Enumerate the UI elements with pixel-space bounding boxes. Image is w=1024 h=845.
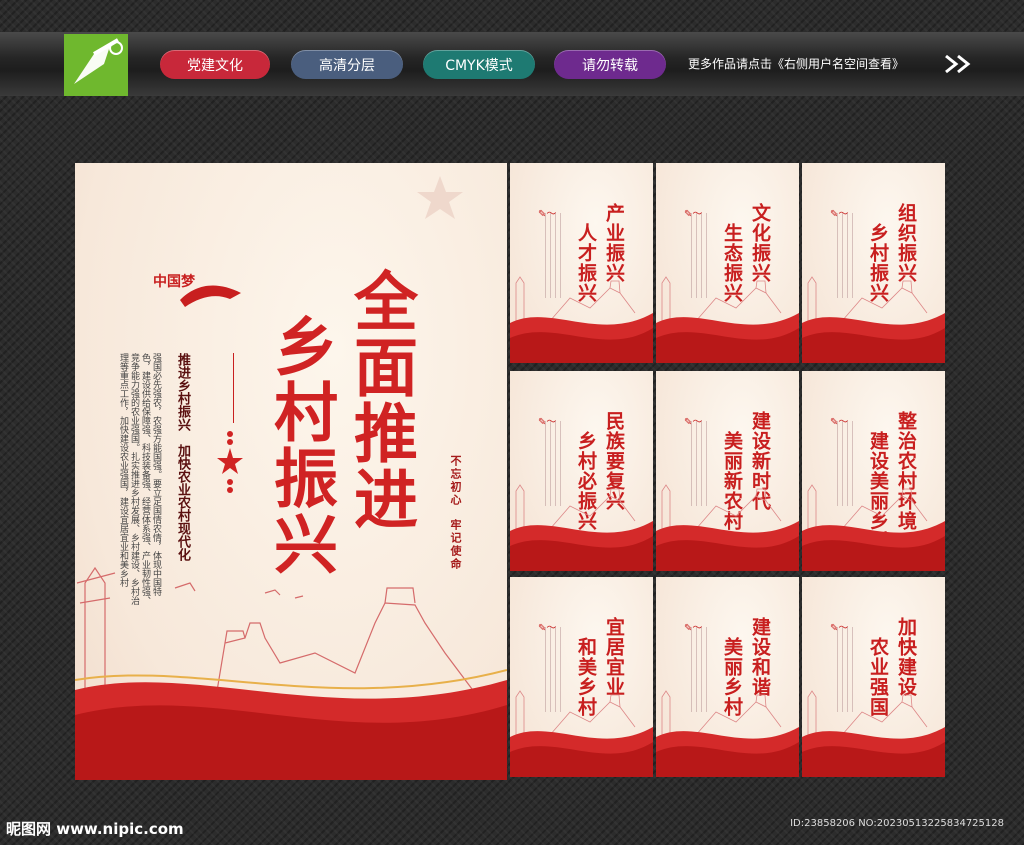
poster-line1: 宜居宜业: [603, 617, 625, 697]
slogan-poster: ✎〜文化振兴生态振兴: [656, 163, 799, 363]
tag-hd-layers[interactable]: 高清分层: [291, 50, 403, 79]
tag-no-repost[interactable]: 请勿转载: [554, 50, 666, 79]
poster-line1: 建设和谐: [749, 617, 771, 697]
poster-line1: 文化振兴: [749, 203, 771, 283]
red-ribbon-wave: [510, 521, 653, 571]
site-logo[interactable]: [64, 34, 128, 96]
red-ribbon-wave: [656, 727, 799, 777]
pen-nib-icon: [74, 38, 123, 84]
slogan-1: 不忘初心: [449, 455, 462, 507]
main-title-line2: 乡村振兴: [263, 313, 338, 577]
double-chevron-right-icon[interactable]: [944, 54, 972, 74]
tag-cmyk[interactable]: CMYK模式: [423, 50, 535, 79]
divider-line: [233, 353, 234, 423]
red-ribbon-wave: [75, 669, 507, 780]
red-ribbon-wave: [510, 727, 653, 777]
main-title-line1: 全面推进: [343, 268, 418, 532]
star-watermark-icon: [417, 176, 463, 219]
poster-line1: 产业振兴: [603, 203, 625, 283]
red-ribbon-wave: [510, 313, 653, 363]
slogan-poster: ✎〜组织振兴乡村振兴: [802, 163, 945, 363]
slogan-poster: ✎〜建设和谐美丽乡村: [656, 577, 799, 777]
brush-logo-icon: [180, 285, 241, 307]
header-note[interactable]: 更多作品请点击《右侧用户名空间查看》: [688, 55, 904, 72]
slogan-poster: ✎〜建设新时代美丽新农村: [656, 371, 799, 571]
slogan-poster: ✎〜产业振兴人才振兴: [510, 163, 653, 363]
poster-line1: 组织振兴: [895, 203, 917, 283]
site-watermark: 昵图网 www.nipic.com: [6, 820, 184, 838]
red-ribbon-wave: [802, 521, 945, 571]
poster-line1: 加快建设: [895, 617, 917, 697]
main-subtitle: 推进乡村振兴 加快农业农村现代化: [175, 353, 190, 561]
stars-decoration-icon: [217, 431, 243, 493]
main-poster: 中国梦 全面推进 乡村振兴 推进乡村振兴 加快农业农村现代化 强国必先强农，农强…: [75, 163, 507, 780]
red-ribbon-wave: [802, 727, 945, 777]
slogan-poster: ✎〜整治农村环境建设美丽乡村: [802, 371, 945, 571]
slogan-poster: ✎〜加快建设农业强国: [802, 577, 945, 777]
slogan-poster: ✎〜民族要复兴乡村必振兴: [510, 371, 653, 571]
tag-party-culture[interactable]: 党建文化: [160, 50, 270, 79]
red-ribbon-wave: [802, 313, 945, 363]
red-ribbon-wave: [656, 313, 799, 363]
image-id: ID:23858206 NO:20230513225834725128: [790, 818, 1004, 829]
slogan-poster: ✎〜宜居宜业和美乡村: [510, 577, 653, 777]
red-ribbon-wave: [656, 521, 799, 571]
